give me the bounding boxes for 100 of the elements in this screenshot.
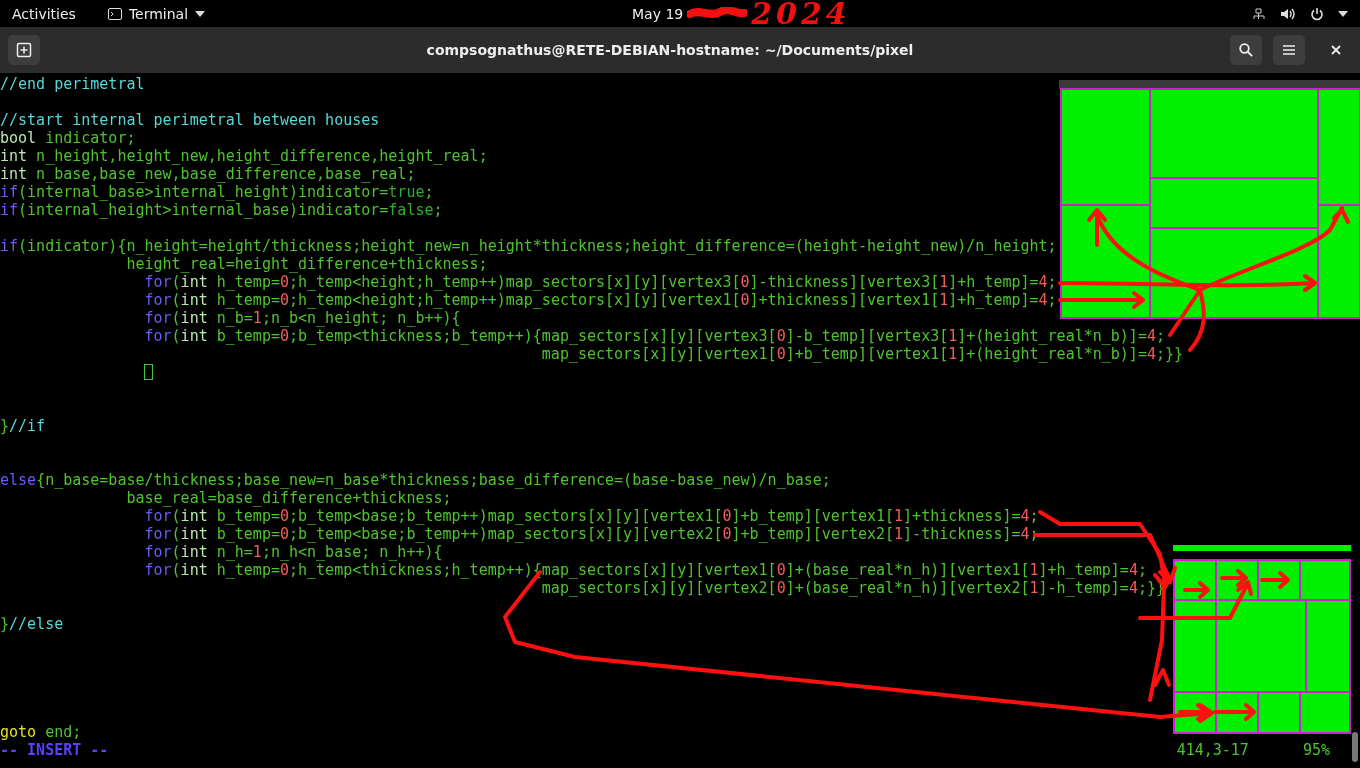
scroll-percentage: 95% bbox=[1302, 741, 1330, 759]
search-icon bbox=[1239, 43, 1253, 57]
code-number: 0 bbox=[776, 345, 786, 363]
code-text: ;h_temp<thickness;h_temp++){map_sectors[x][y][vertex1[ bbox=[289, 561, 777, 579]
code-number: 0 bbox=[740, 273, 750, 291]
app-menu[interactable]: Terminal bbox=[107, 5, 206, 22]
code-text: map_sectors[x][y][vertex2[ bbox=[541, 579, 777, 597]
code-text: ;b_temp<base;b_temp++)map_sectors[x][y][vertex2[ bbox=[289, 525, 723, 543]
menu-icon bbox=[1283, 44, 1295, 56]
code-text: n_height,height_new,height_difference,height_real; bbox=[35, 147, 488, 165]
code-keyword: for bbox=[144, 273, 172, 291]
code-text: indicator; bbox=[44, 129, 136, 147]
code-text: ]+(height_real*n_b)]= bbox=[957, 345, 1147, 363]
code-text: ]+(base_real*n_h)][vertex1[ bbox=[785, 561, 1030, 579]
code-number: 1 bbox=[948, 327, 958, 345]
code-text: end; bbox=[44, 723, 82, 741]
clock-date[interactable]: May 19 bbox=[632, 6, 684, 22]
code-text: n_base,base_new,base_difference,base_real; bbox=[35, 165, 416, 183]
code-text: ; bbox=[1047, 273, 1057, 291]
code-number: 0 bbox=[776, 579, 786, 597]
code-text: ; bbox=[424, 183, 434, 201]
code-label: goto bbox=[0, 723, 37, 741]
code-text: (indicator){n_height=height/thickness;height_new=n_height*thickness;height_difference=(height-height_new)/n_height; bbox=[18, 237, 1057, 255]
code-text: ( bbox=[171, 309, 181, 327]
code-text: ;}} bbox=[1155, 345, 1184, 363]
code-text: height_real=height_difference+thickness; bbox=[126, 255, 488, 273]
code-text: ]-h_temp]= bbox=[1038, 579, 1129, 597]
code-type: bool bbox=[0, 129, 37, 147]
code-text: ;n_h<n_base; n_h++){ bbox=[261, 543, 443, 561]
code-text: ;h_temp<height;h_temp++)map_sectors[x][y][vertex3[ bbox=[289, 273, 741, 291]
code-text: ( bbox=[171, 561, 181, 579]
code-text: ]-thickness][vertex3[ bbox=[749, 273, 940, 291]
code-comment: //end perimetral bbox=[0, 75, 145, 93]
code-number: 0 bbox=[279, 525, 289, 543]
code-type: int bbox=[180, 507, 208, 525]
code-number: 4 bbox=[1128, 561, 1138, 579]
code-number: 1 bbox=[894, 507, 904, 525]
code-text: ]+thickness]= bbox=[903, 507, 1021, 525]
code-text: (internal_base>internal_height)indicator= bbox=[18, 183, 389, 201]
power-icon[interactable] bbox=[1310, 6, 1324, 21]
code-number: 4 bbox=[1128, 579, 1138, 597]
code-type: int bbox=[180, 309, 208, 327]
code-text: ; bbox=[1029, 525, 1039, 543]
caret-icon[interactable] bbox=[1338, 10, 1348, 17]
close-icon bbox=[1331, 45, 1341, 55]
code-keyword: if bbox=[0, 201, 19, 219]
code-number: 1 bbox=[939, 273, 949, 291]
code-text: ]-b_temp][vertex3[ bbox=[785, 327, 949, 345]
code-text: ]+thickness][vertex1[ bbox=[749, 291, 940, 309]
code-text: n_b= bbox=[215, 309, 253, 327]
code-text: ]-thickness]= bbox=[903, 525, 1021, 543]
caret-icon bbox=[195, 10, 206, 17]
code-number: 0 bbox=[740, 291, 750, 309]
code-type: int bbox=[0, 165, 28, 183]
volume-icon[interactable] bbox=[1280, 6, 1296, 21]
code-text: h_temp= bbox=[215, 561, 280, 579]
code-number: 4 bbox=[1020, 525, 1030, 543]
code-number: 1 bbox=[1029, 579, 1039, 597]
activities-button[interactable]: Activities bbox=[12, 5, 76, 22]
terminal-icon bbox=[107, 7, 122, 20]
code-text: ( bbox=[171, 327, 181, 345]
menu-button[interactable] bbox=[1273, 35, 1305, 65]
network-icon[interactable] bbox=[1252, 6, 1266, 21]
code-text: b_temp= bbox=[215, 507, 280, 525]
code-text: (internal_height>internal_base)indicator= bbox=[18, 201, 389, 219]
code-text: ]+b_temp][vertex2[ bbox=[731, 525, 895, 543]
new-tab-button[interactable] bbox=[8, 35, 40, 65]
code-keyword: for bbox=[144, 291, 172, 309]
search-button[interactable] bbox=[1230, 35, 1262, 65]
code-text: ;n_b<n_height; n_b++){ bbox=[261, 309, 461, 327]
code-text: ; bbox=[1047, 291, 1057, 309]
code-text: b_temp= bbox=[215, 525, 280, 543]
handwritten-year: 2024 bbox=[751, 3, 851, 25]
code-text: ( bbox=[171, 525, 181, 543]
code-text: h_temp= bbox=[215, 291, 280, 309]
code-type: int bbox=[0, 147, 28, 165]
window-title: compsognathus@RETE-DEBIAN-hostname: ~/Documents/pixel bbox=[425, 42, 915, 58]
code-text: ; bbox=[1029, 507, 1039, 525]
code-text: } bbox=[0, 417, 10, 435]
code-keyword: for bbox=[144, 327, 172, 345]
code-text: ;b_temp<base;b_temp++)map_sectors[x][y][vertex1[ bbox=[289, 507, 723, 525]
code-text: h_temp= bbox=[215, 273, 280, 291]
code-number: 4 bbox=[1020, 507, 1030, 525]
code-text: ; bbox=[1137, 561, 1147, 579]
code-number: 1 bbox=[939, 291, 949, 309]
code-text: ]+(height_real*n_b)]= bbox=[957, 327, 1147, 345]
code-type: int bbox=[180, 525, 208, 543]
code-number: 0 bbox=[776, 561, 786, 579]
code-keyword: if bbox=[0, 237, 19, 255]
code-number: 4 bbox=[1146, 327, 1156, 345]
add-tab-icon bbox=[16, 42, 32, 58]
code-type: int bbox=[180, 273, 208, 291]
cursor-position: 414,3-17 bbox=[1176, 741, 1249, 759]
code-number: 0 bbox=[279, 561, 289, 579]
code-text: ;b_temp<thickness;b_temp++){map_sectors[x][y][vertex3[ bbox=[289, 327, 777, 345]
code-text: } bbox=[0, 615, 10, 633]
code-number: 0 bbox=[722, 507, 732, 525]
code-constant: true bbox=[388, 183, 425, 201]
code-number: 0 bbox=[722, 525, 732, 543]
code-type: int bbox=[180, 327, 208, 345]
